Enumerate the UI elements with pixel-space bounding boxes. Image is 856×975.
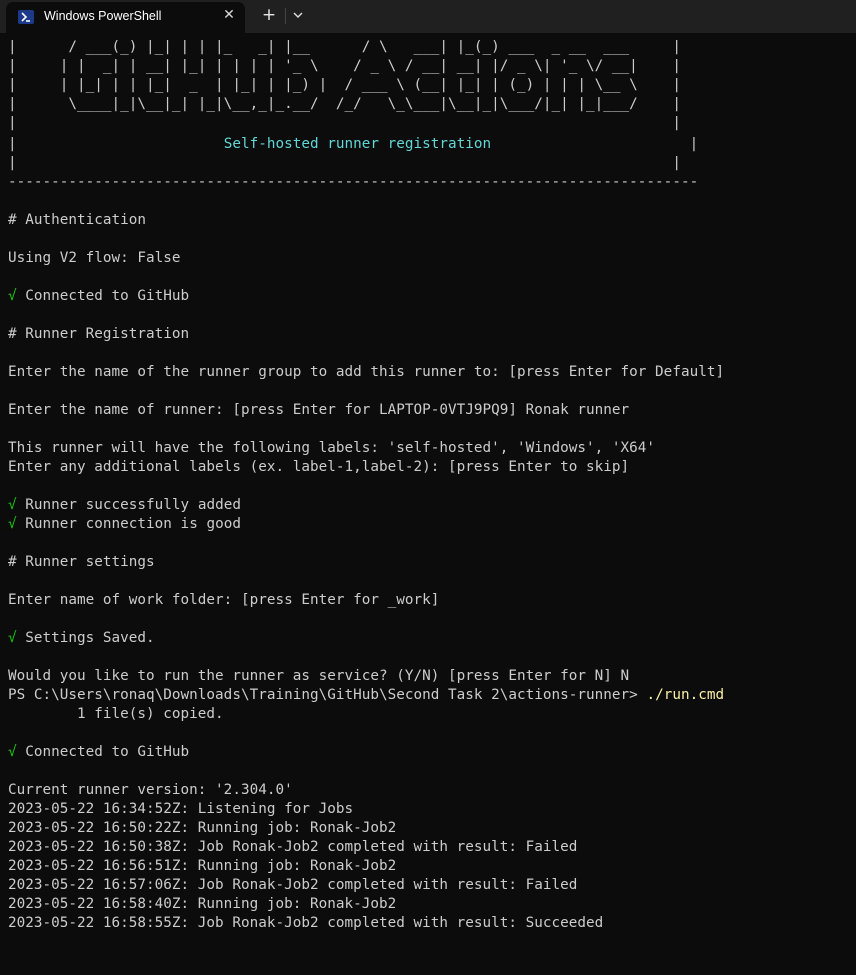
tab-windows-powershell[interactable]: Windows PowerShell ✕ [6,2,245,33]
runner-added-line: √ Runner successfully added [8,496,241,515]
banner-border: | [491,136,699,152]
connected-text: Connected to GitHub [16,744,190,760]
plus-icon[interactable]: + [259,5,279,25]
close-icon[interactable]: ✕ [220,6,238,24]
runner-connection-text: Runner connection is good [16,516,241,532]
run-command: ./run.cmd [646,687,725,703]
connected-line: √ Connected to GitHub [8,743,189,762]
banner-art-line: | \____|_|\__|_| |_|\__,_|_.__/ /_/ \_\_… [8,96,681,112]
prompt-path: PS C:\Users\ronaq\Downloads\Training\Git… [8,687,647,703]
log-line: 2023-05-22 16:50:38Z: Job Ronak-Job2 com… [8,839,578,855]
banner-subtitle-line: | Self-hosted runner registration | [8,135,698,154]
banner-rule: ----------------------------------------… [8,174,699,190]
log-line: 2023-05-22 16:57:06Z: Job Ronak-Job2 com… [8,877,578,893]
banner-border: | [8,136,224,152]
tab-title: Windows PowerShell [44,9,162,23]
check-icon: √ [8,288,17,304]
banner-art-line: | | | _| | __| |_| | | | | '_ \ / _ \ / … [8,58,681,74]
banner-art-line: | | |_| | | |_| _ | |_| | |_) | / ___ \ … [8,77,681,93]
registration-header: # Runner Registration [8,326,190,342]
banner-subtitle: Self-hosted runner registration [223,136,492,152]
service-prompt: Would you like to run the runner as serv… [8,668,630,684]
check-icon: √ [8,630,17,646]
log-line: 2023-05-22 16:50:22Z: Running job: Ronak… [8,820,397,836]
connected-line: √ Connected to GitHub [8,287,189,306]
check-icon: √ [8,516,17,532]
auth-header: # Authentication [8,212,147,228]
title-bar: Windows PowerShell ✕ + [0,0,856,33]
runner-group-prompt: Enter the name of the runner group to ad… [8,364,725,380]
titlebar-divider [285,8,286,24]
banner-blank-line: | | [8,155,681,171]
settings-header: # Runner settings [8,554,155,570]
files-copied-line: 1 file(s) copied. [8,706,224,722]
settings-saved-text: Settings Saved. [16,630,155,646]
log-line: 2023-05-22 16:56:51Z: Running job: Ronak… [8,858,397,874]
work-folder-prompt: Enter name of work folder: [press Enter … [8,592,440,608]
terminal-output[interactable]: | / ___(_) |_| | | |_ _| |__ / \ ___| |_… [8,35,854,965]
banner-art-line: | | [8,115,681,131]
chevron-down-icon[interactable] [290,6,306,24]
powershell-icon [18,10,34,24]
log-line: 2023-05-22 16:34:52Z: Listening for Jobs [8,801,354,817]
labels-prompt: Enter any additional labels (ex. label-1… [8,459,630,475]
v2-flow-line: Using V2 flow: False [8,250,181,266]
connected-text: Connected to GitHub [16,288,190,304]
powershell-prompt-line: PS C:\Users\ronaq\Downloads\Training\Git… [8,686,724,705]
log-line: 2023-05-22 16:58:40Z: Running job: Ronak… [8,896,397,912]
banner-art-line: | / ___(_) |_| | | |_ _| |__ / \ ___| |_… [8,39,681,55]
runner-version-line: Current runner version: '2.304.0' [8,782,293,798]
labels-info: This runner will have the following labe… [8,440,656,456]
log-line: 2023-05-22 16:58:55Z: Job Ronak-Job2 com… [8,915,604,931]
runner-connection-line: √ Runner connection is good [8,515,241,534]
runner-name-prompt: Enter the name of runner: [press Enter f… [8,402,630,418]
check-icon: √ [8,497,17,513]
settings-saved-line: √ Settings Saved. [8,629,155,648]
check-icon: √ [8,744,17,760]
runner-added-text: Runner successfully added [16,497,241,513]
